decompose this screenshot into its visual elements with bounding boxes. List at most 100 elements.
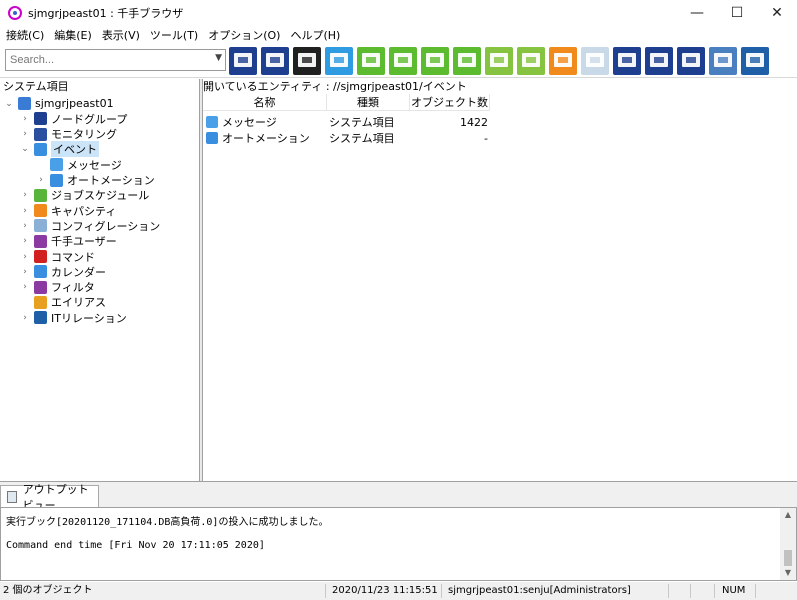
tab-output-view[interactable]: アウトプットビュー bbox=[0, 483, 99, 512]
tree-item-label: エイリアス bbox=[51, 296, 106, 310]
chevron-right-icon[interactable]: › bbox=[20, 313, 30, 323]
cell-type: システム項目 bbox=[329, 132, 395, 145]
tree-item-label: キャパシティ bbox=[51, 204, 117, 218]
log-icon[interactable] bbox=[709, 47, 737, 75]
user-icon bbox=[34, 234, 47, 248]
tree-item-label: コンフィグレーション bbox=[51, 219, 161, 233]
column-type[interactable]: 種類 bbox=[327, 94, 410, 111]
status-separator bbox=[441, 584, 442, 598]
tree-item-label: コマンド bbox=[51, 250, 95, 264]
chevron-right-icon[interactable]: › bbox=[20, 267, 30, 277]
system-items-header: システム項目 bbox=[3, 80, 69, 93]
bar-chart-icon[interactable] bbox=[485, 47, 513, 75]
alias-icon bbox=[34, 295, 47, 309]
close-button[interactable]: ✕ bbox=[757, 0, 797, 26]
chevron-right-icon[interactable]: › bbox=[20, 236, 30, 246]
entity-path-header: 開いているエンティティ : //sjmgrjpeast01/イベント bbox=[203, 80, 467, 93]
monitor-dark-icon[interactable] bbox=[293, 47, 321, 75]
list-item[interactable]: オートメーション システム項目 - bbox=[203, 130, 490, 146]
check-monitor-icon[interactable] bbox=[453, 47, 481, 75]
list-chart-icon[interactable] bbox=[517, 47, 545, 75]
tree-item-label: カレンダー bbox=[51, 265, 106, 279]
import-blue-icon[interactable] bbox=[645, 47, 673, 75]
chevron-right-icon[interactable]: › bbox=[20, 206, 30, 216]
gear-green3-icon[interactable] bbox=[421, 47, 449, 75]
export-blue-icon[interactable] bbox=[613, 47, 641, 75]
tree-item[interactable]: エイリアス bbox=[20, 295, 106, 310]
icon-glyph-detail bbox=[590, 57, 600, 63]
entity-list: 名称 種類 オブジェクト数 メッセージ システム項目 1422 オートメーション システ… bbox=[203, 94, 797, 481]
menu-connect[interactable]: 接続(C) bbox=[6, 27, 50, 43]
output-line: 実行ブック[20201120_171104.DB高負荷.0]の投入に成功しました… bbox=[6, 517, 329, 528]
chevron-right-icon[interactable]: › bbox=[20, 282, 30, 292]
orange-chart-icon[interactable] bbox=[549, 47, 577, 75]
scroll-down-icon[interactable]: ▼ bbox=[780, 566, 796, 580]
tree-item[interactable]: › オートメーション bbox=[36, 173, 155, 188]
tree-item[interactable]: ⌄ イベント bbox=[20, 141, 99, 158]
connect-tree-icon[interactable] bbox=[229, 47, 257, 75]
title-bar: sjmgrjpeast01 : 千手ブラウザ — ☐ ✕ bbox=[0, 0, 797, 26]
column-name[interactable]: 名称 bbox=[203, 94, 327, 111]
tree-item[interactable]: › ITリレーション bbox=[20, 310, 127, 325]
monitor-window-icon[interactable] bbox=[261, 47, 289, 75]
icon-glyph-detail bbox=[750, 57, 760, 63]
tree-item[interactable]: › キャパシティ bbox=[20, 203, 116, 218]
scroll-up-icon[interactable]: ▲ bbox=[780, 508, 796, 522]
tree-item-label: 千手ユーザー bbox=[51, 235, 117, 249]
tree-item-label: イベント bbox=[51, 141, 99, 158]
chevron-down-icon[interactable]: ⌄ bbox=[20, 144, 30, 154]
tree-item[interactable]: › ノードグループ bbox=[20, 111, 127, 126]
tree-item[interactable]: › コマンド bbox=[20, 249, 95, 264]
tree-item[interactable]: › モニタリング bbox=[20, 127, 117, 142]
chevron-down-icon[interactable]: ⌄ bbox=[4, 99, 14, 109]
radar-icon[interactable] bbox=[741, 47, 769, 75]
tree-item[interactable]: › コンフィグレーション bbox=[20, 218, 160, 233]
tree-item[interactable]: ⌄ sjmgrjpeast01 bbox=[4, 96, 114, 111]
output-panel: 実行ブック[20201120_171104.DB高負荷.0]の投入に成功しました… bbox=[0, 507, 797, 581]
menu-options[interactable]: オプション(O) bbox=[208, 27, 286, 43]
cell-name-text: オートメーション bbox=[222, 132, 310, 145]
capacity-icon bbox=[34, 204, 47, 218]
tree-item[interactable]: › フィルタ bbox=[20, 280, 95, 295]
list-item[interactable]: メッセージ システム項目 1422 bbox=[203, 114, 490, 130]
tree-item[interactable]: › ジョブスケジュール bbox=[20, 188, 149, 203]
menu-edit[interactable]: 編集(E) bbox=[54, 27, 98, 43]
status-datetime: 2020/11/23 11:15:51 bbox=[332, 585, 438, 596]
cell-object-count: - bbox=[484, 131, 488, 145]
automation-icon bbox=[50, 173, 63, 187]
calendar-icon bbox=[34, 265, 47, 279]
scroll-thumb[interactable] bbox=[784, 550, 792, 566]
minimize-button[interactable]: — bbox=[677, 0, 717, 26]
chevron-right-icon[interactable]: › bbox=[20, 129, 30, 139]
chevron-right-icon[interactable]: › bbox=[36, 175, 46, 185]
output-scrollbar[interactable]: ▲ ▼ bbox=[780, 508, 796, 580]
chevron-right-icon[interactable]: › bbox=[20, 190, 30, 200]
column-object-count[interactable]: オブジェクト数 bbox=[410, 94, 490, 111]
menu-view[interactable]: 表示(V) bbox=[102, 27, 146, 43]
tree-item[interactable]: メッセージ bbox=[36, 157, 122, 172]
gear-green2-icon[interactable] bbox=[389, 47, 417, 75]
search-input[interactable] bbox=[6, 51, 206, 69]
monitoring-icon bbox=[34, 127, 47, 141]
icon-glyph-detail bbox=[494, 57, 504, 63]
output-view-icon bbox=[7, 490, 17, 503]
message-icon bbox=[50, 158, 63, 172]
chevron-right-icon[interactable]: › bbox=[20, 114, 30, 124]
tree-item[interactable]: › カレンダー bbox=[20, 264, 106, 279]
node-group-icon bbox=[34, 112, 47, 126]
icon-glyph-detail bbox=[430, 57, 440, 63]
menu-help[interactable]: ヘルプ(H) bbox=[290, 27, 346, 43]
chevron-right-icon[interactable]: › bbox=[20, 252, 30, 262]
tree-item[interactable]: › 千手ユーザー bbox=[20, 234, 117, 249]
output-line: Command end time [Fri Nov 20 17:11:05 20… bbox=[6, 540, 265, 551]
message-list-icon[interactable] bbox=[325, 47, 353, 75]
chevron-down-icon[interactable]: ▼ bbox=[215, 53, 222, 63]
icon-glyph-detail bbox=[622, 57, 632, 63]
maximize-button[interactable]: ☐ bbox=[717, 0, 757, 26]
puzzle-icon[interactable] bbox=[581, 47, 609, 75]
menu-tools[interactable]: ツール(T) bbox=[150, 27, 204, 43]
gear-green-icon[interactable] bbox=[357, 47, 385, 75]
chevron-right-icon[interactable]: › bbox=[20, 221, 30, 231]
transfer-blue-icon[interactable] bbox=[677, 47, 705, 75]
icon-glyph-detail bbox=[686, 57, 696, 63]
